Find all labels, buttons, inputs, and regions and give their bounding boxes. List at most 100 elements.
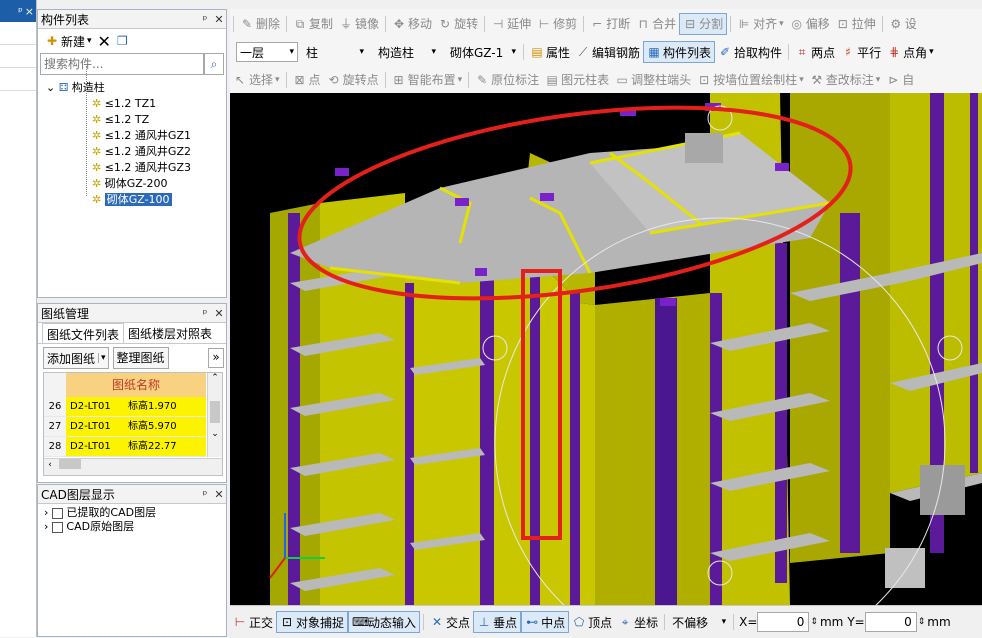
tree-root[interactable]: ⌄ ⚃ 构造柱 <box>46 80 226 96</box>
delete-icon[interactable]: ✕ <box>95 31 114 51</box>
pin-icon[interactable]: ᵖ <box>18 5 23 18</box>
rotate-point-button[interactable]: ⟲ 旋转点 <box>324 70 382 90</box>
midpoint-snap[interactable]: ⊷ 中点 <box>521 611 570 633</box>
tab-floor-mapping[interactable]: 图纸楼层对照表 <box>124 323 216 343</box>
new-button[interactable]: ✚ 新建 ▾ <box>42 31 95 51</box>
trim-button[interactable]: ⊢ 修剪 <box>534 14 580 34</box>
table-row[interactable]: 26 D2-LT01 标高1.970 <box>44 397 206 417</box>
table-row[interactable]: 28 D2-LT01 标高22.77 <box>44 437 206 457</box>
x-spinner-icon[interactable]: ⇕ <box>810 617 818 627</box>
auto-button[interactable]: ⊳ 自 <box>883 70 917 90</box>
merge-button[interactable]: ⊓ 合并 <box>633 14 679 34</box>
adjust-column-end-button[interactable]: ▭ 调整柱端头 <box>612 70 694 90</box>
vertical-scrollbar[interactable]: ⌃ ⌄ <box>207 373 222 457</box>
more-icon[interactable]: » <box>208 348 224 368</box>
tree-item-label: ≤1.2 TZ <box>104 113 150 126</box>
pin-icon[interactable]: ᵖ <box>198 13 212 26</box>
tree-item[interactable]: ✲ 砌体GZ-100 <box>46 192 226 208</box>
component-list-button[interactable]: ▦ 构件列表 <box>643 41 716 63</box>
ortho-toggle[interactable]: ⊢ 正交 <box>230 612 276 632</box>
x-input[interactable]: 0 <box>757 612 810 632</box>
table-row[interactable]: 27 D2-LT01 标高5.970 <box>44 417 206 437</box>
tree-item[interactable]: ✲ ≤1.2 通风井GZ2 <box>46 144 226 160</box>
layer-checkbox[interactable] <box>51 521 63 533</box>
scroll-thumb[interactable] <box>210 401 220 423</box>
y-spinner-icon[interactable]: ⇕ <box>918 617 926 627</box>
expand-icon[interactable]: › <box>44 506 48 519</box>
extend-button[interactable]: ⊣ 延伸 <box>488 14 534 34</box>
horizontal-scrollbar[interactable]: ‹ <box>44 458 222 475</box>
tree-item[interactable]: ✲ ≤1.2 通风井GZ1 <box>46 128 226 144</box>
stretch-button[interactable]: ⊡ 拉伸 <box>833 14 879 34</box>
perpendicular-snap[interactable]: ⊥ 垂点 <box>473 611 522 633</box>
close-icon[interactable]: ✕ <box>212 307 226 320</box>
left-panel-row <box>0 68 36 91</box>
tree-item-label: ≤1.2 通风井GZ2 <box>104 145 191 158</box>
tree-item[interactable]: ✲ ≤1.2 通风井GZ3 <box>46 160 226 176</box>
check-annotation-button[interactable]: ⚒ 查改标注 ▾ <box>807 70 884 90</box>
3d-viewport[interactable] <box>230 93 982 605</box>
pin-icon[interactable]: ᵖ <box>198 488 212 501</box>
intersection-snap[interactable]: ✕ 交点 <box>427 612 473 632</box>
new-icon: ✚ <box>46 34 58 48</box>
coordinate-snap[interactable]: ⌖ 坐标 <box>615 612 661 632</box>
break-button[interactable]: ⌐ 打断 <box>587 14 633 34</box>
close-icon[interactable]: ✕ <box>212 488 226 501</box>
smart-layout-button[interactable]: ⊞ 智能布置 ▾ <box>389 70 466 90</box>
search-icon[interactable]: ⌕ <box>204 53 224 75</box>
y-input[interactable]: 0 <box>864 612 917 632</box>
layer-checkbox[interactable] <box>51 507 63 519</box>
align-button[interactable]: ⊫ 对齐 ▾ <box>734 14 787 34</box>
edit-rebar-button[interactable]: ⟋ 编辑钢筋 <box>573 42 643 62</box>
floor-select[interactable]: 一层 ▾ <box>236 42 298 62</box>
object-snap-toggle[interactable]: ⊡ 对象捕捉 <box>276 611 349 633</box>
dropdown-arrow-icon[interactable]: ▾ <box>98 353 108 363</box>
move-button[interactable]: ✥ 移动 <box>389 14 435 34</box>
offset-select[interactable]: 不偏移 ▾ <box>668 612 730 632</box>
settings-button[interactable]: ⚙ 设 <box>886 14 920 34</box>
point-angle-button[interactable]: ⋕ 点角 ▾ <box>884 42 937 62</box>
draw-by-wall-button[interactable]: ⊡ 按墙位置绘制柱 ▾ <box>694 70 807 90</box>
parallel-button[interactable]: ♯ 平行 <box>838 42 884 62</box>
close-icon[interactable]: ✕ <box>212 13 226 26</box>
cad-layer-item[interactable]: › CAD原始图层 <box>44 520 226 534</box>
scroll-down-icon[interactable]: ⌄ <box>208 429 222 439</box>
expand-icon[interactable]: › <box>44 520 48 533</box>
scroll-up-icon[interactable]: ⌃ <box>208 373 222 383</box>
subtype-select[interactable]: 构造柱 ▾ <box>374 42 440 62</box>
close-icon[interactable]: × <box>25 5 34 18</box>
select-button[interactable]: ↖ 选择 ▾ <box>230 70 283 90</box>
rebar-icon: ⟋ <box>578 45 588 59</box>
midpoint-icon: ⊷ <box>526 615 539 629</box>
dynamic-input-toggle[interactable]: ⌨ 动态输入 <box>348 611 421 633</box>
copy-icon[interactable]: ❐ <box>114 31 131 51</box>
component-select[interactable]: 砌体GZ-1 ▾ <box>446 42 520 62</box>
split-button[interactable]: ⊟ 分割 <box>679 12 728 35</box>
search-input[interactable] <box>40 53 204 75</box>
two-point-button[interactable]: ⌗ 两点 <box>792 42 838 62</box>
cad-layer-item[interactable]: › 已提取的CAD图层 <box>44 506 226 520</box>
scroll-thumb[interactable] <box>58 459 81 469</box>
in-place-annotation-button[interactable]: ✎ 原位标注 <box>472 70 542 90</box>
component-gear-icon: ✲ <box>92 193 105 206</box>
tab-file-list[interactable]: 图纸文件列表 <box>42 323 125 343</box>
mirror-button[interactable]: ⏚ 镜像 <box>336 14 382 34</box>
delete-button[interactable]: ✎ 删除 <box>237 14 283 34</box>
collapse-icon[interactable]: ⌄ <box>46 81 55 94</box>
properties-button[interactable]: ▤ 属性 <box>527 42 573 62</box>
rotate-button[interactable]: ↻ 旋转 <box>435 14 481 34</box>
organize-drawings-button[interactable]: 整理图纸 <box>112 347 169 369</box>
offset-button[interactable]: ◎ 偏移 <box>787 14 833 34</box>
column-table-button[interactable]: ▤ 图元柱表 <box>542 70 612 90</box>
tree-item[interactable]: ✲ 砌体GZ-200 <box>46 176 226 192</box>
point-button[interactable]: ⊠ 点 <box>290 70 324 90</box>
scroll-left-icon[interactable]: ‹ <box>44 460 56 470</box>
copy-button[interactable]: ⧉ 复制 <box>290 14 336 34</box>
pick-component-button[interactable]: ✐ 拾取构件 <box>715 42 785 62</box>
tree-item[interactable]: ✲ ≤1.2 TZ1 <box>46 96 226 112</box>
vertex-snap[interactable]: ⬠ 顶点 <box>569 612 615 632</box>
add-drawing-button[interactable]: 添加图纸 ▾ <box>43 347 109 369</box>
pin-icon[interactable]: ᵖ <box>198 307 212 320</box>
tree-item[interactable]: ✲ ≤1.2 TZ <box>46 112 226 128</box>
type-select[interactable]: 柱 ▾ <box>302 42 368 62</box>
